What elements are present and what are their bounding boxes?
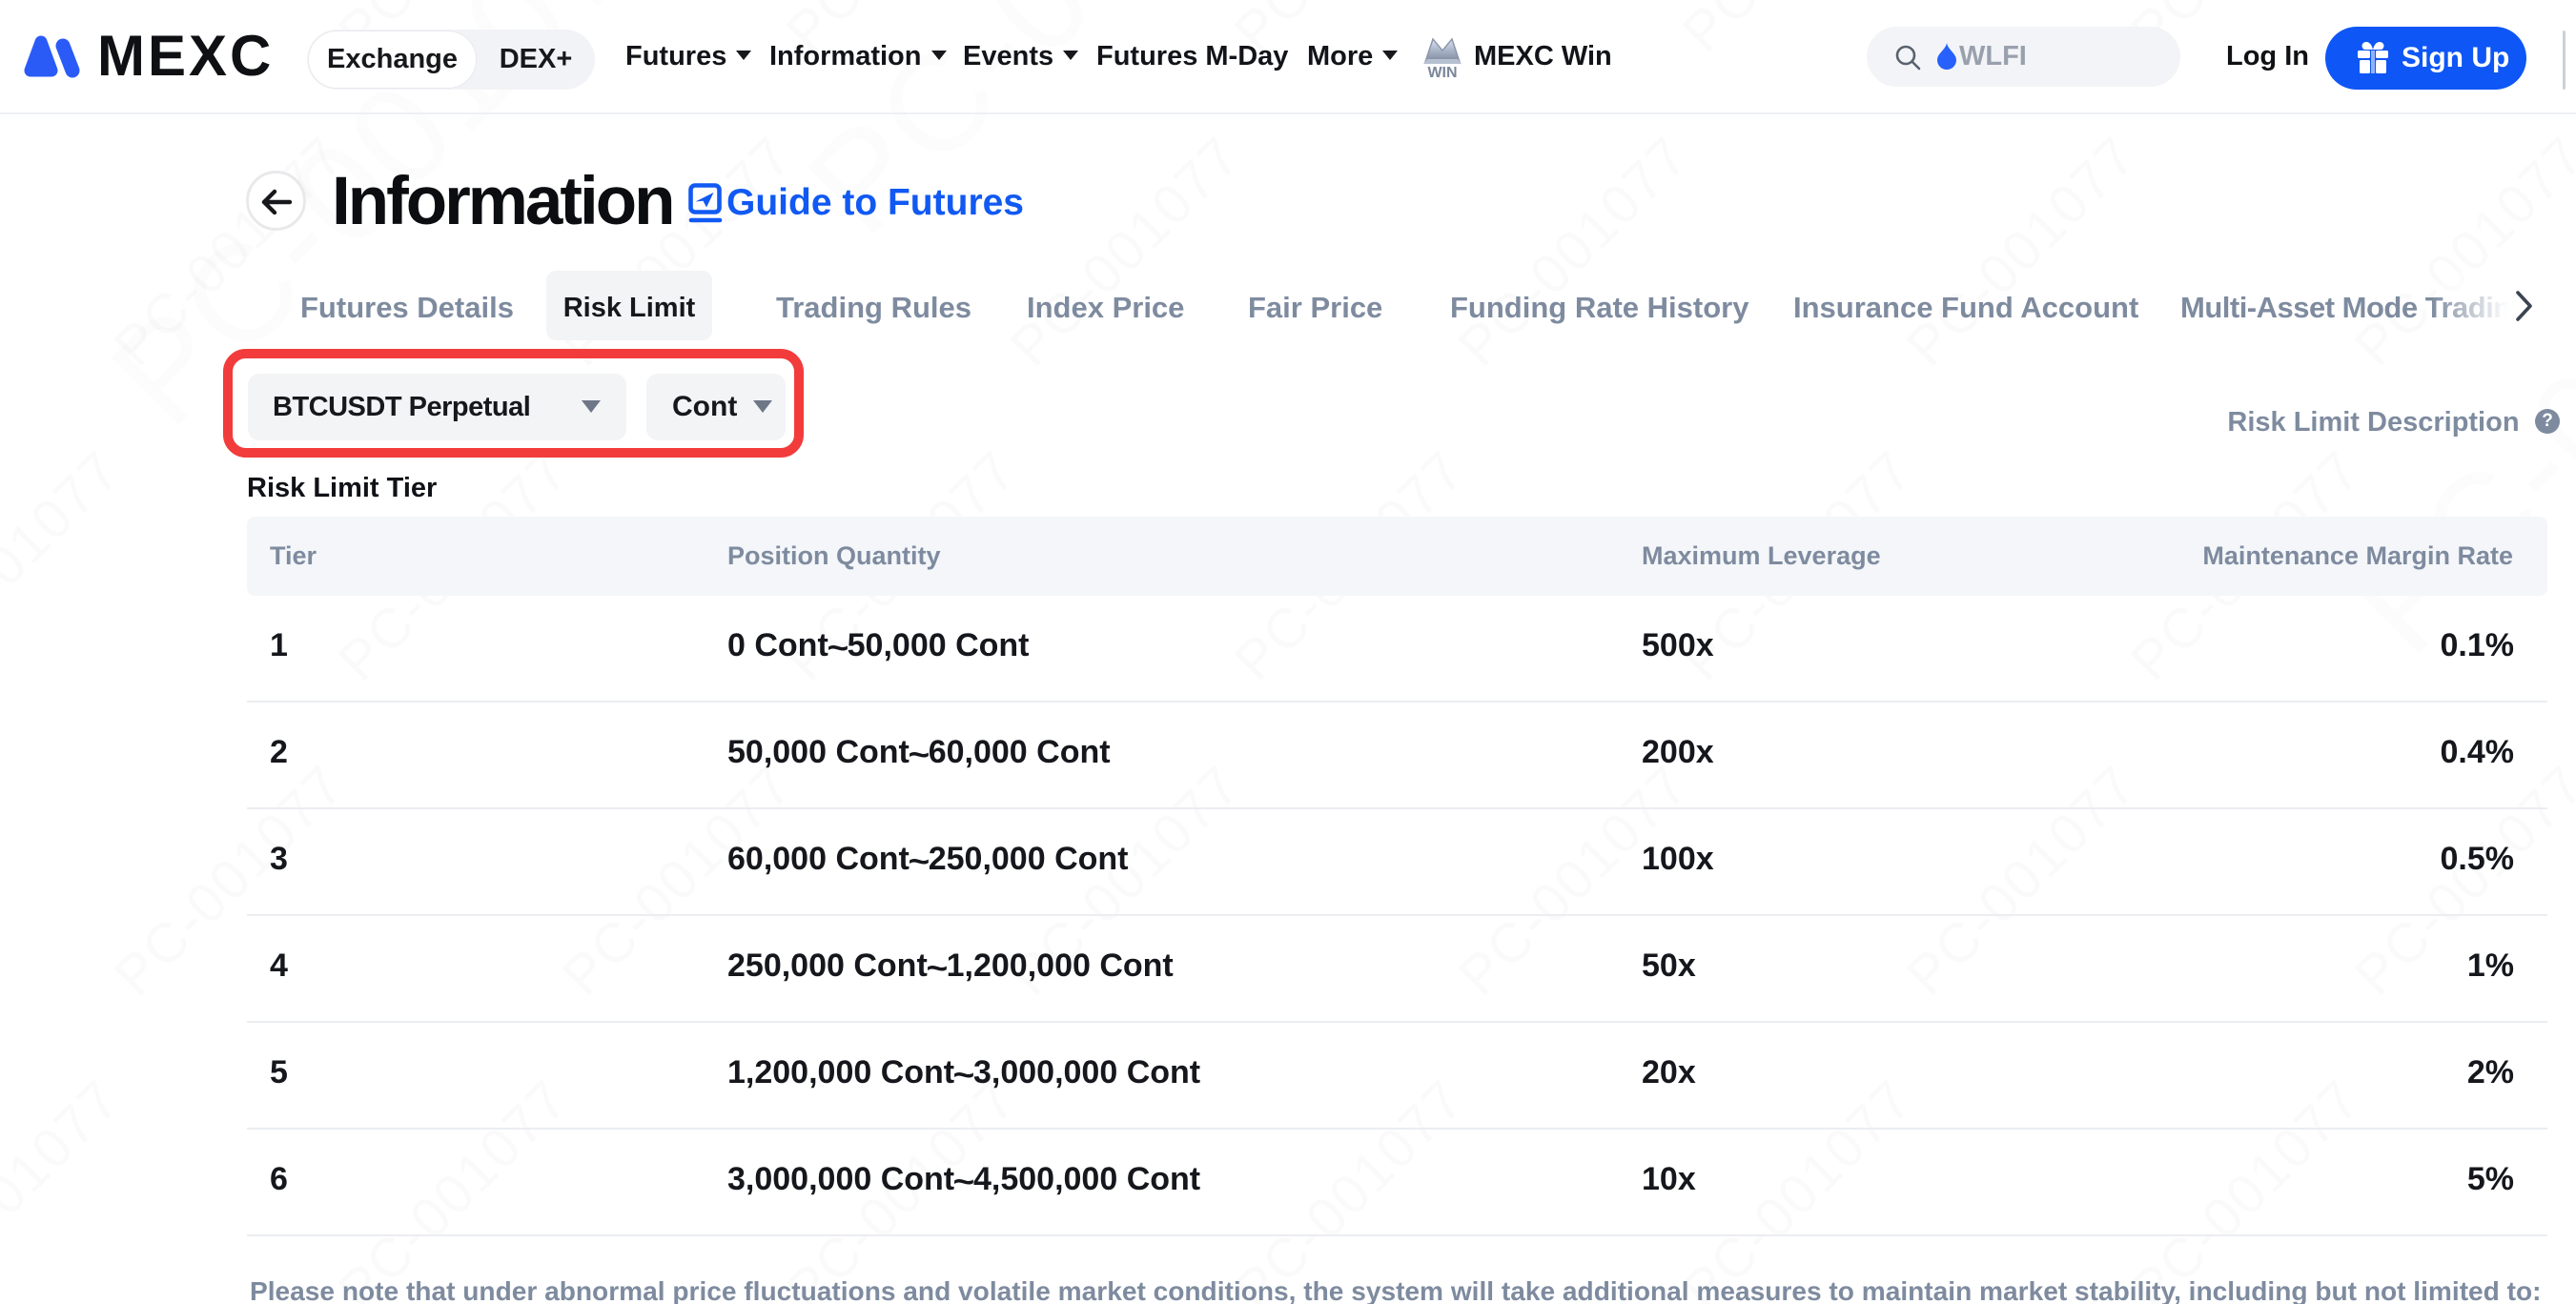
svg-text:WIN: WIN	[1427, 65, 1457, 81]
